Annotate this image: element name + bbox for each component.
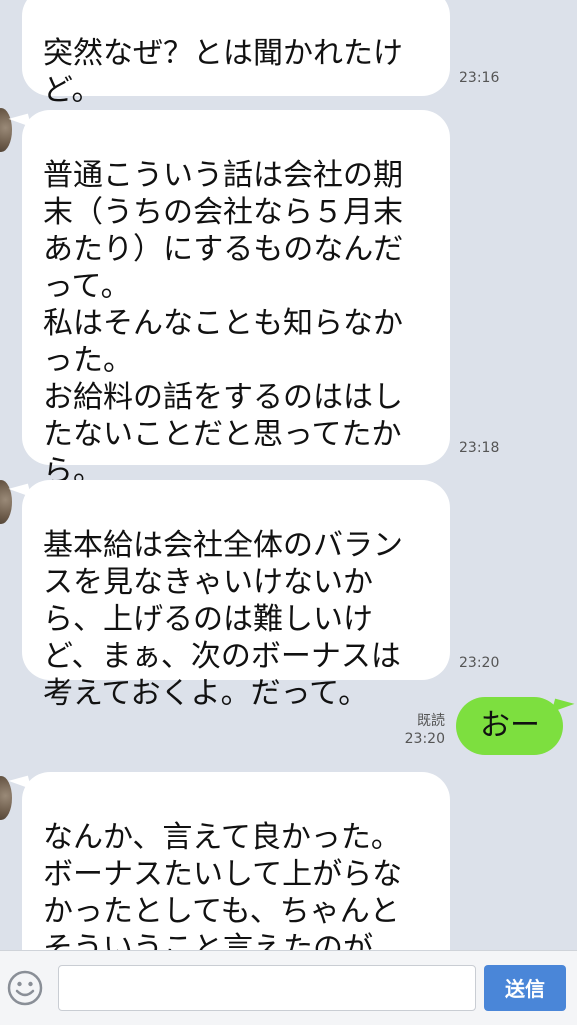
message-text: なんか、言えて良かった。 ボーナスたいして上がらな かったとしても、ちゃんと そ… bbox=[43, 820, 403, 950]
read-receipt: 既読 bbox=[417, 713, 445, 729]
message-timestamp: 23:18 bbox=[459, 440, 500, 456]
message-timestamp: 23:20 bbox=[404, 731, 445, 747]
message-composer: 送信 bbox=[0, 950, 577, 1025]
sent-message-meta: 既読 23:20 bbox=[405, 712, 445, 748]
received-message-bubble: なんか、言えて良かった。 ボーナスたいして上がらな かったとしても、ちゃんと そ… bbox=[22, 772, 450, 950]
message-text: 基本給は会社全体のバラン スを見なきゃいけないか ら、上げるのは難しいけ ど、ま… bbox=[43, 528, 403, 711]
message-input[interactable] bbox=[58, 965, 476, 1011]
received-message-bubble: 普通こういう話は会社の期 末（うちの会社なら５月末 あたり）にするものなんだ っ… bbox=[22, 110, 450, 489]
message-timestamp: 23:20 bbox=[459, 655, 500, 671]
sent-message-bubble: おー bbox=[456, 697, 563, 755]
received-message-bubble: 突然なぜ？とは聞かれたけ ど。 bbox=[22, 0, 450, 108]
message-text: おー bbox=[480, 708, 540, 743]
emoji-icon[interactable] bbox=[7, 970, 43, 1006]
chat-area[interactable]: 突然なぜ？とは聞かれたけ ど。 23:16 普通こういう話は会社の期 末（うちの… bbox=[0, 0, 577, 950]
avatar[interactable] bbox=[0, 108, 12, 152]
message-timestamp: 23:16 bbox=[459, 70, 500, 86]
avatar[interactable] bbox=[0, 480, 12, 524]
message-text: 突然なぜ？とは聞かれたけ ど。 bbox=[43, 36, 403, 108]
message-text: 普通こういう話は会社の期 末（うちの会社なら５月末 あたり）にするものなんだ っ… bbox=[43, 158, 404, 489]
received-message-bubble: 基本給は会社全体のバラン スを見なきゃいけないか ら、上げるのは難しいけ ど、ま… bbox=[22, 480, 450, 711]
send-button[interactable]: 送信 bbox=[484, 965, 566, 1011]
